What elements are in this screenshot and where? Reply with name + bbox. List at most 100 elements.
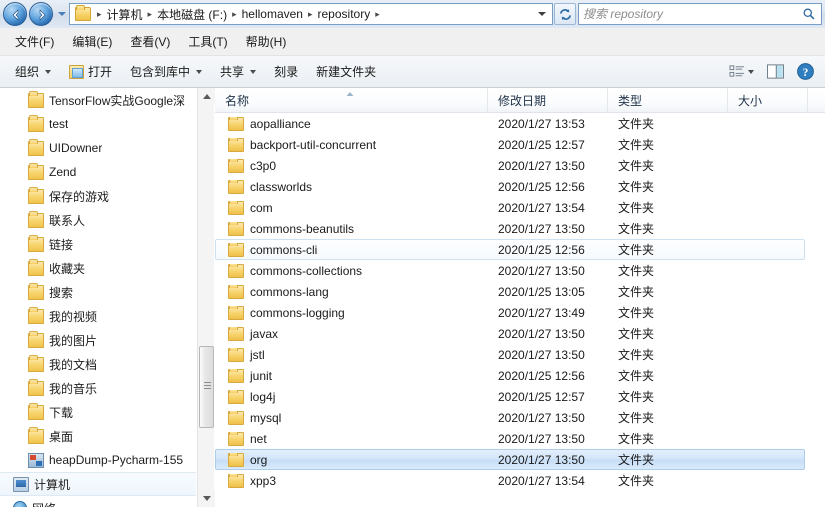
breadcrumb-item-computer[interactable]: 计算机	[104, 4, 146, 25]
cell-date-modified: 2020/1/27 13:50	[498, 410, 585, 425]
view-options-icon[interactable]	[723, 60, 759, 84]
menu-file[interactable]: 文件(F)	[6, 29, 63, 54]
table-row[interactable]: commons-collections 2020/1/27 13:50 文件夹	[215, 260, 825, 281]
include-in-library-button[interactable]: 包含到库中	[121, 57, 211, 86]
sort-ascending-icon	[345, 86, 355, 96]
folder-icon	[228, 221, 244, 236]
cell-type: 文件夹	[618, 243, 655, 257]
sidebar-item[interactable]: 联系人	[0, 208, 196, 232]
file-name-label: aopalliance	[250, 116, 311, 131]
cell-type: 文件夹	[618, 411, 655, 425]
column-date-modified[interactable]: 修改日期	[488, 87, 608, 113]
table-row[interactable]: mysql 2020/1/27 13:50 文件夹	[215, 407, 825, 428]
burn-label: 刻录	[274, 65, 299, 79]
share-button[interactable]: 共享	[211, 57, 265, 86]
menu-edit[interactable]: 编辑(E)	[63, 29, 121, 54]
sidebar-item[interactable]: 我的图片	[0, 328, 196, 352]
organize-button[interactable]: 组织	[6, 57, 60, 86]
table-row[interactable]: xpp3 2020/1/27 13:54 文件夹	[215, 470, 825, 491]
file-name-label: classworlds	[250, 179, 313, 194]
table-row[interactable]: javax 2020/1/27 13:50 文件夹	[215, 323, 825, 344]
table-row[interactable]: commons-beanutils 2020/1/27 13:50 文件夹	[215, 218, 825, 239]
sidebar-item[interactable]: 桌面	[0, 424, 196, 448]
table-row[interactable]: commons-cli 2020/1/25 12:56 文件夹	[215, 239, 825, 260]
cell-name: backport-util-concurrent	[215, 137, 488, 152]
column-size[interactable]: 大小	[728, 87, 808, 113]
table-row[interactable]: net 2020/1/27 13:50 文件夹	[215, 428, 825, 449]
sidebar-item[interactable]: 收藏夹	[0, 256, 196, 280]
sidebar-item[interactable]: Zend	[0, 160, 196, 184]
table-row[interactable]: com 2020/1/27 13:54 文件夹	[215, 197, 825, 218]
sidebar-item[interactable]: 我的文档	[0, 352, 196, 376]
file-name-label: xpp3	[250, 473, 277, 488]
cell-type: 文件夹	[618, 306, 655, 320]
sidebar-item[interactable]: heapDump-Pycharm-155	[0, 448, 196, 472]
table-row[interactable]: c3p0 2020/1/27 13:50 文件夹	[215, 155, 825, 176]
cell-type: 文件夹	[618, 369, 655, 383]
file-name-label: backport-util-concurrent	[250, 137, 377, 152]
scroll-grip-icon	[204, 382, 211, 392]
cell-type: 文件夹	[618, 474, 655, 488]
scroll-thumb[interactable]	[199, 346, 214, 428]
breadcrumb-item-hellomaven[interactable]: hellomaven	[239, 5, 306, 23]
table-row[interactable]: backport-util-concurrent 2020/1/25 12:57 文…	[215, 134, 825, 155]
sidebar-item[interactable]: 保存的游戏	[0, 184, 196, 208]
chevron-down-icon	[45, 69, 52, 74]
table-row[interactable]: junit 2020/1/25 12:56 文件夹	[215, 365, 825, 386]
file-name-label: log4j	[250, 389, 276, 404]
table-row[interactable]: classworlds 2020/1/25 12:56 文件夹	[215, 176, 825, 197]
column-filler	[808, 88, 825, 113]
table-row[interactable]: jstl 2020/1/27 13:50 文件夹	[215, 344, 825, 365]
folder-icon	[228, 158, 244, 173]
refresh-icon[interactable]	[554, 3, 576, 25]
cell-date-modified: 2020/1/27 13:50	[498, 431, 585, 446]
sidebar-item[interactable]: UIDowner	[0, 136, 196, 160]
menu-help[interactable]: 帮助(H)	[237, 29, 296, 54]
navigation-pane-scrollbar[interactable]	[197, 88, 215, 507]
breadcrumb-bar[interactable]: ▸ 计算机 ▸ 本地磁盘 (F:) ▸ hellomaven ▸ reposit…	[69, 3, 553, 25]
breadcrumb-separator: ▸	[307, 8, 313, 19]
sidebar-item[interactable]: 计算机	[0, 472, 196, 496]
search-icon[interactable]	[801, 6, 817, 22]
breadcrumb-item-repository[interactable]: repository	[315, 5, 374, 23]
search-box[interactable]	[578, 3, 822, 25]
column-type[interactable]: 类型	[608, 87, 728, 113]
cell-date-modified: 2020/1/25 12:57	[498, 137, 585, 152]
scroll-up-icon[interactable]	[198, 88, 215, 105]
back-arrow-icon[interactable]	[3, 2, 27, 26]
sidebar-item[interactable]: 我的视频	[0, 304, 196, 328]
folder-icon	[228, 410, 244, 425]
table-row[interactable]: aopalliance 2020/1/27 13:53 文件夹	[215, 113, 825, 134]
search-input[interactable]	[583, 7, 801, 21]
table-row[interactable]: commons-logging 2020/1/27 13:49 文件夹	[215, 302, 825, 323]
history-dropdown-icon[interactable]	[55, 4, 68, 24]
menu-tools[interactable]: 工具(T)	[179, 29, 236, 54]
folder-music-icon	[28, 378, 44, 396]
preview-pane-icon[interactable]	[761, 60, 789, 84]
table-row[interactable]: commons-lang 2020/1/25 13:05 文件夹	[215, 281, 825, 302]
sidebar-item[interactable]: 网络	[0, 496, 196, 507]
sidebar-item[interactable]: test	[0, 112, 196, 136]
table-row[interactable]: log4j 2020/1/25 12:57 文件夹	[215, 386, 825, 407]
chevron-down-icon	[747, 69, 754, 74]
chevron-down-icon[interactable]	[534, 4, 550, 24]
sidebar-item[interactable]: TensorFlow实战Google深	[0, 88, 196, 112]
burn-button[interactable]: 刻录	[265, 57, 307, 86]
cell-type: 文件夹	[618, 159, 655, 173]
new-folder-button[interactable]: 新建文件夹	[307, 57, 385, 86]
file-name-label: com	[250, 200, 273, 215]
cell-type: 文件夹	[618, 222, 655, 236]
table-row[interactable]: org 2020/1/27 13:50 文件夹	[215, 449, 825, 470]
sidebar-item[interactable]: 下载	[0, 400, 196, 424]
cell-date-modified: 2020/1/27 13:50	[498, 158, 585, 173]
sidebar-item[interactable]: 链接	[0, 232, 196, 256]
sidebar-item[interactable]: 我的音乐	[0, 376, 196, 400]
breadcrumb-item-drive[interactable]: 本地磁盘 (F:)	[154, 4, 230, 25]
menu-view[interactable]: 查看(V)	[121, 29, 179, 54]
help-icon[interactable]: ?	[791, 60, 819, 84]
open-button[interactable]: 打开	[60, 57, 121, 86]
forward-arrow-icon[interactable]	[29, 2, 53, 26]
scroll-down-icon[interactable]	[198, 490, 215, 507]
sidebar-item[interactable]: 搜索	[0, 280, 196, 304]
column-name[interactable]: 名称	[215, 86, 488, 113]
